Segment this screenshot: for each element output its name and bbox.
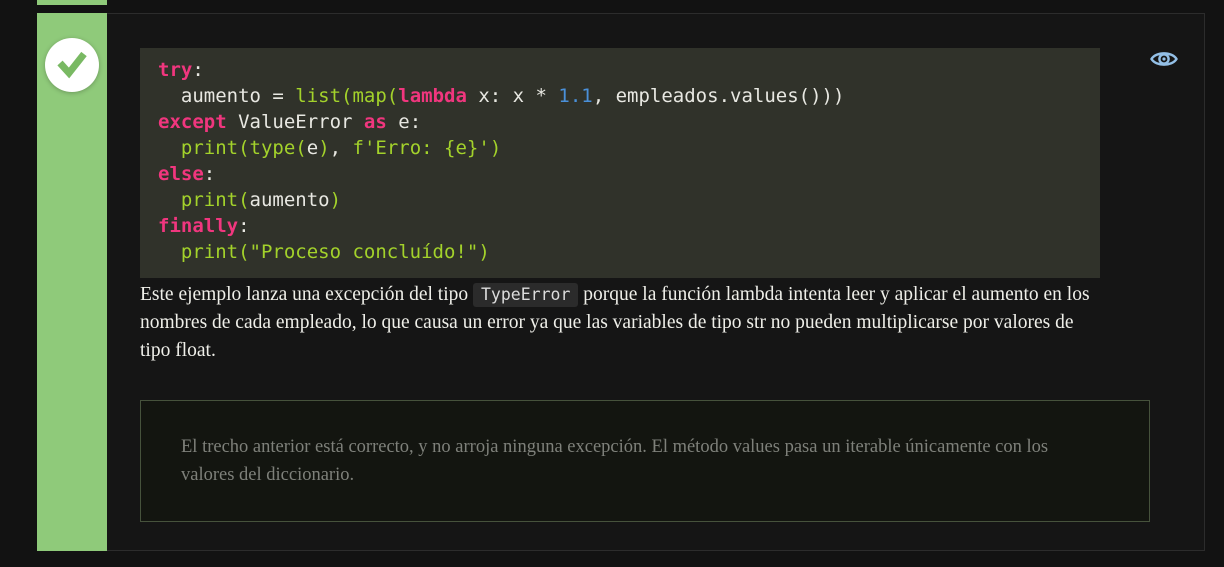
correct-status-ribbon: [37, 13, 107, 551]
previous-card-indicator: [37, 0, 107, 5]
code-line: except ValueError as e:: [158, 111, 422, 133]
question-text: Este ejemplo lanza una excepción del tip…: [140, 281, 1108, 365]
eye-icon: [1149, 47, 1179, 74]
card-content: try: aumento = list(map(lambda x: x * 1.…: [107, 13, 1205, 551]
answer-box: El trecho anterior está correcto, y no a…: [140, 400, 1150, 522]
question-text-before: Este ejemplo lanza una excepción del tip…: [140, 284, 473, 305]
correct-check-badge: [45, 38, 99, 92]
code-line: else:: [158, 163, 216, 185]
check-icon: [45, 36, 99, 95]
code-line: print(aumento): [180, 189, 342, 211]
inline-code-typeerror: TypeError: [473, 283, 579, 307]
code-line: finally:: [158, 215, 250, 237]
flashcard-page: try: aumento = list(map(lambda x: x * 1.…: [0, 0, 1224, 567]
code-line: print(type(e), f'Erro: {e}'): [180, 137, 502, 159]
code-line: print("Proceso concluído!"): [180, 241, 490, 263]
flashcard: try: aumento = list(map(lambda x: x * 1.…: [37, 13, 1205, 551]
reveal-answer-button[interactable]: [1148, 46, 1180, 74]
code-block: try: aumento = list(map(lambda x: x * 1.…: [140, 48, 1100, 278]
code-line: try:: [158, 59, 204, 81]
code-line: aumento = list(map(lambda x: x * 1.1, em…: [158, 85, 845, 107]
answer-text: El trecho anterior está correcto, y no a…: [181, 437, 1049, 485]
